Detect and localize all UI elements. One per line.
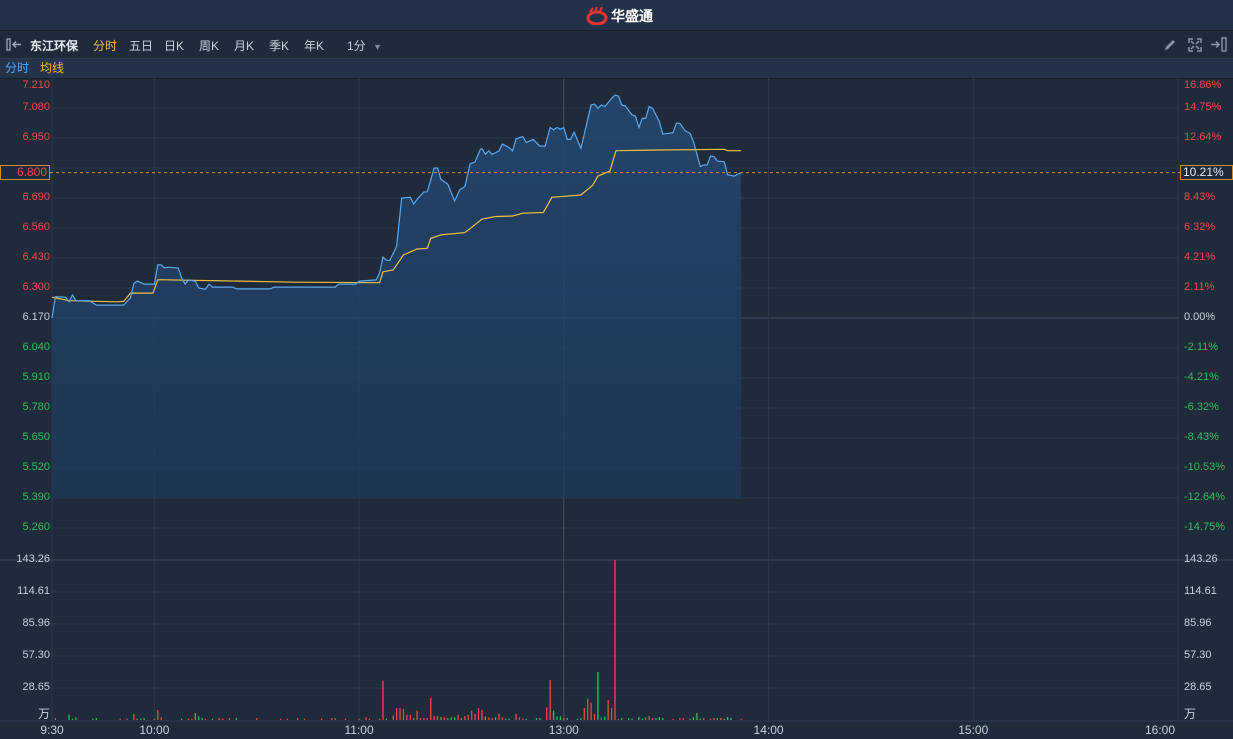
time-axis-label: 9:30 [40, 723, 64, 737]
price-axis-label: 6.430 [22, 251, 50, 263]
price-axis-label: 5.260 [22, 521, 50, 533]
price-axis-label: 6.690 [22, 191, 50, 203]
time-axis-label: 15:00 [958, 723, 989, 737]
time-axis-label: 14:00 [753, 723, 784, 737]
price-axis-label: 6.300 [22, 281, 50, 293]
volume-axis-label: 114.61 [17, 585, 50, 597]
price-axis-label: 7.210 [22, 79, 50, 91]
price-axis-label: 6.950 [22, 131, 50, 143]
price-axis-label: 5.780 [22, 401, 50, 413]
pct-axis-label: -12.64% [1184, 491, 1225, 503]
price-axis-label: 7.080 [22, 101, 50, 113]
price-axis-label: 5.910 [22, 371, 50, 383]
time-axis-label: 16:00 [1144, 723, 1176, 737]
current-pct-marker: 10.21% [1180, 165, 1233, 180]
price-axis-label: 6.560 [22, 221, 50, 233]
pct-axis-label: -6.32% [1184, 401, 1219, 413]
volume-axis-label-right: 28.65 [1184, 681, 1212, 693]
volume-axis-label: 57.30 [22, 649, 50, 661]
volume-axis-label-right: 114.61 [1184, 585, 1217, 597]
price-axis-label: 5.520 [22, 461, 50, 473]
volume-axis-label-right: 57.30 [1184, 649, 1212, 661]
price-axis-label: 6.040 [22, 341, 50, 353]
pct-axis-label: 12.64% [1184, 131, 1222, 143]
volume-unit-label-right: 万 [1184, 707, 1197, 721]
pct-axis-label: -2.11% [1184, 341, 1219, 353]
current-price-marker: 6.800 [0, 165, 50, 180]
pct-axis-label: 4.21% [1184, 251, 1216, 263]
volume-unit-label: 万 [37, 707, 50, 721]
volume-axis-label: 143.26 [16, 553, 50, 565]
price-axis-label: 5.390 [22, 491, 50, 503]
pct-axis-label: -8.43% [1184, 431, 1219, 443]
volume-axis-label: 28.65 [22, 681, 50, 693]
time-axis-label: 13:00 [548, 723, 579, 737]
pct-axis-label: 0.00% [1184, 311, 1216, 323]
intraday-chart[interactable] [0, 0, 1233, 739]
time-axis-label: 10:00 [139, 723, 170, 737]
pct-axis-label: 14.75% [1184, 101, 1222, 113]
pct-axis-label: -14.75% [1184, 521, 1225, 533]
time-axis-label: 11:00 [344, 723, 374, 737]
pct-axis-label: 8.43% [1184, 191, 1216, 203]
price-axis-label: 5.650 [22, 431, 50, 443]
volume-axis-label-right: 85.96 [1184, 617, 1212, 629]
pct-axis-label: 2.11% [1184, 281, 1215, 293]
volume-axis-label-right: 143.26 [1184, 553, 1218, 565]
price-area [52, 95, 742, 498]
price-axis-label: 6.170 [22, 311, 50, 323]
pct-axis-label: 16.86% [1184, 79, 1222, 91]
pct-axis-label: 6.32% [1184, 221, 1216, 233]
pct-axis-label: -4.21% [1184, 371, 1219, 383]
pct-axis-label: -10.53% [1184, 461, 1225, 473]
volume-axis-label: 85.96 [22, 617, 50, 629]
